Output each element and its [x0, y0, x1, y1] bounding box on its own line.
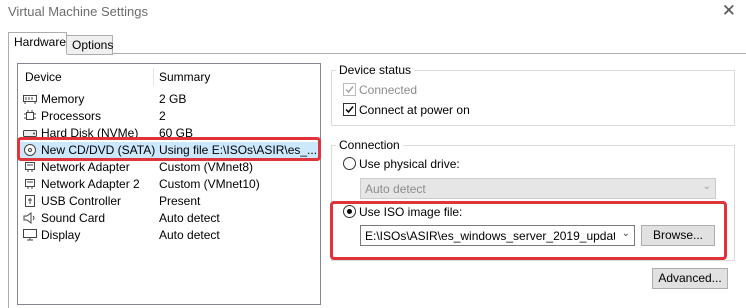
column-separator[interactable] [153, 68, 154, 86]
cd-dvd-icon [24, 144, 36, 156]
use-physical-drive-label: Use physical drive: [359, 157, 460, 171]
processor-icon [24, 110, 36, 120]
device-name: Display [41, 228, 81, 242]
memory-icon [23, 95, 37, 104]
device-summary: Present [159, 194, 201, 208]
device-row-processors[interactable]: Processors 2 [18, 108, 320, 125]
usb-icon [25, 195, 35, 207]
device-row-sound-card[interactable]: Sound Card Auto detect [18, 210, 320, 227]
tab-hardware[interactable]: Hardware [8, 32, 67, 54]
device-status-title: Device status [336, 63, 415, 77]
device-row-display[interactable]: Display Auto detect [18, 227, 320, 244]
device-summary: Using file E:\ISOs\ASIR\es_... [159, 143, 317, 157]
title-bar: Virtual Machine Settings ✕ [0, 0, 746, 26]
checkmark-icon [345, 106, 354, 114]
iso-image-path-combo[interactable]: E:\ISOs\ASIR\es_windows_server_2019_upda… [360, 225, 635, 246]
connected-checkbox[interactable] [343, 83, 356, 96]
device-name: Processors [41, 109, 102, 123]
column-header-device[interactable]: Device [25, 70, 62, 84]
chevron-down-icon[interactable]: ⌄ [622, 228, 630, 239]
device-name: New CD/DVD (SATA) [41, 143, 156, 157]
connected-label: Connected [359, 83, 418, 97]
use-physical-drive-radio[interactable] [343, 157, 356, 170]
device-name: Sound Card [41, 211, 106, 225]
device-row-cd-dvd[interactable]: New CD/DVD (SATA) Using file E:\ISOs\ASI… [18, 142, 320, 159]
radio-selected-dot [347, 209, 352, 214]
checkmark-icon [345, 86, 354, 94]
device-list-header: Device Summary [18, 64, 320, 88]
advanced-button[interactable]: Advanced... [652, 268, 728, 289]
device-row-network-adapter-2[interactable]: Network Adapter 2 Custom (VMnet10) [18, 176, 320, 193]
device-row-memory[interactable]: Memory 2 GB [18, 91, 320, 108]
hard-disk-icon [23, 130, 37, 137]
connection-title: Connection [336, 138, 403, 152]
device-summary: Auto detect [159, 228, 220, 242]
close-icon[interactable]: ✕ [722, 1, 736, 21]
device-name: USB Controller [41, 194, 122, 208]
use-iso-image-radio[interactable] [343, 205, 356, 218]
device-status-group [331, 70, 735, 126]
device-list[interactable]: Device Summary Memory 2 GB Processors 2 … [17, 63, 321, 305]
device-summary: Custom (VMnet8) [159, 160, 254, 174]
device-name: Hard Disk (NVMe) [41, 126, 139, 140]
connect-at-power-on-label: Connect at power on [359, 103, 470, 117]
speaker-icon [23, 212, 35, 224]
tab-options[interactable]: Options [67, 35, 113, 55]
device-summary: 2 [159, 109, 166, 123]
device-name: Network Adapter 2 [41, 177, 140, 191]
device-row-hard-disk[interactable]: Hard Disk (NVMe) 60 GB [18, 125, 320, 142]
network-adapter-icon [25, 162, 35, 172]
device-summary: 2 GB [159, 92, 187, 106]
iso-image-path-value: E:\ISOs\ASIR\es_windows_server_2019_upda… [365, 229, 615, 243]
connect-at-power-on-checkbox[interactable] [343, 103, 356, 116]
window-title: Virtual Machine Settings [8, 4, 148, 19]
physical-drive-select[interactable]: Auto detect ⌄ [360, 178, 716, 199]
device-name: Memory [41, 92, 85, 106]
device-summary: Custom (VMnet10) [159, 177, 260, 191]
browse-button[interactable]: Browse... [641, 225, 715, 246]
column-header-summary[interactable]: Summary [159, 70, 210, 84]
device-summary: Auto detect [159, 211, 220, 225]
use-iso-image-label: Use ISO image file: [359, 205, 463, 219]
network-adapter-icon [25, 179, 35, 189]
device-row-network-adapter[interactable]: Network Adapter Custom (VMnet8) [18, 159, 320, 176]
device-summary: 60 GB [159, 126, 194, 140]
chevron-down-icon: ⌄ [702, 181, 711, 192]
physical-drive-value: Auto detect [365, 182, 426, 196]
device-name: Network Adapter [41, 160, 130, 174]
display-icon [23, 229, 37, 241]
device-row-usb-controller[interactable]: USB Controller Present [18, 193, 320, 210]
